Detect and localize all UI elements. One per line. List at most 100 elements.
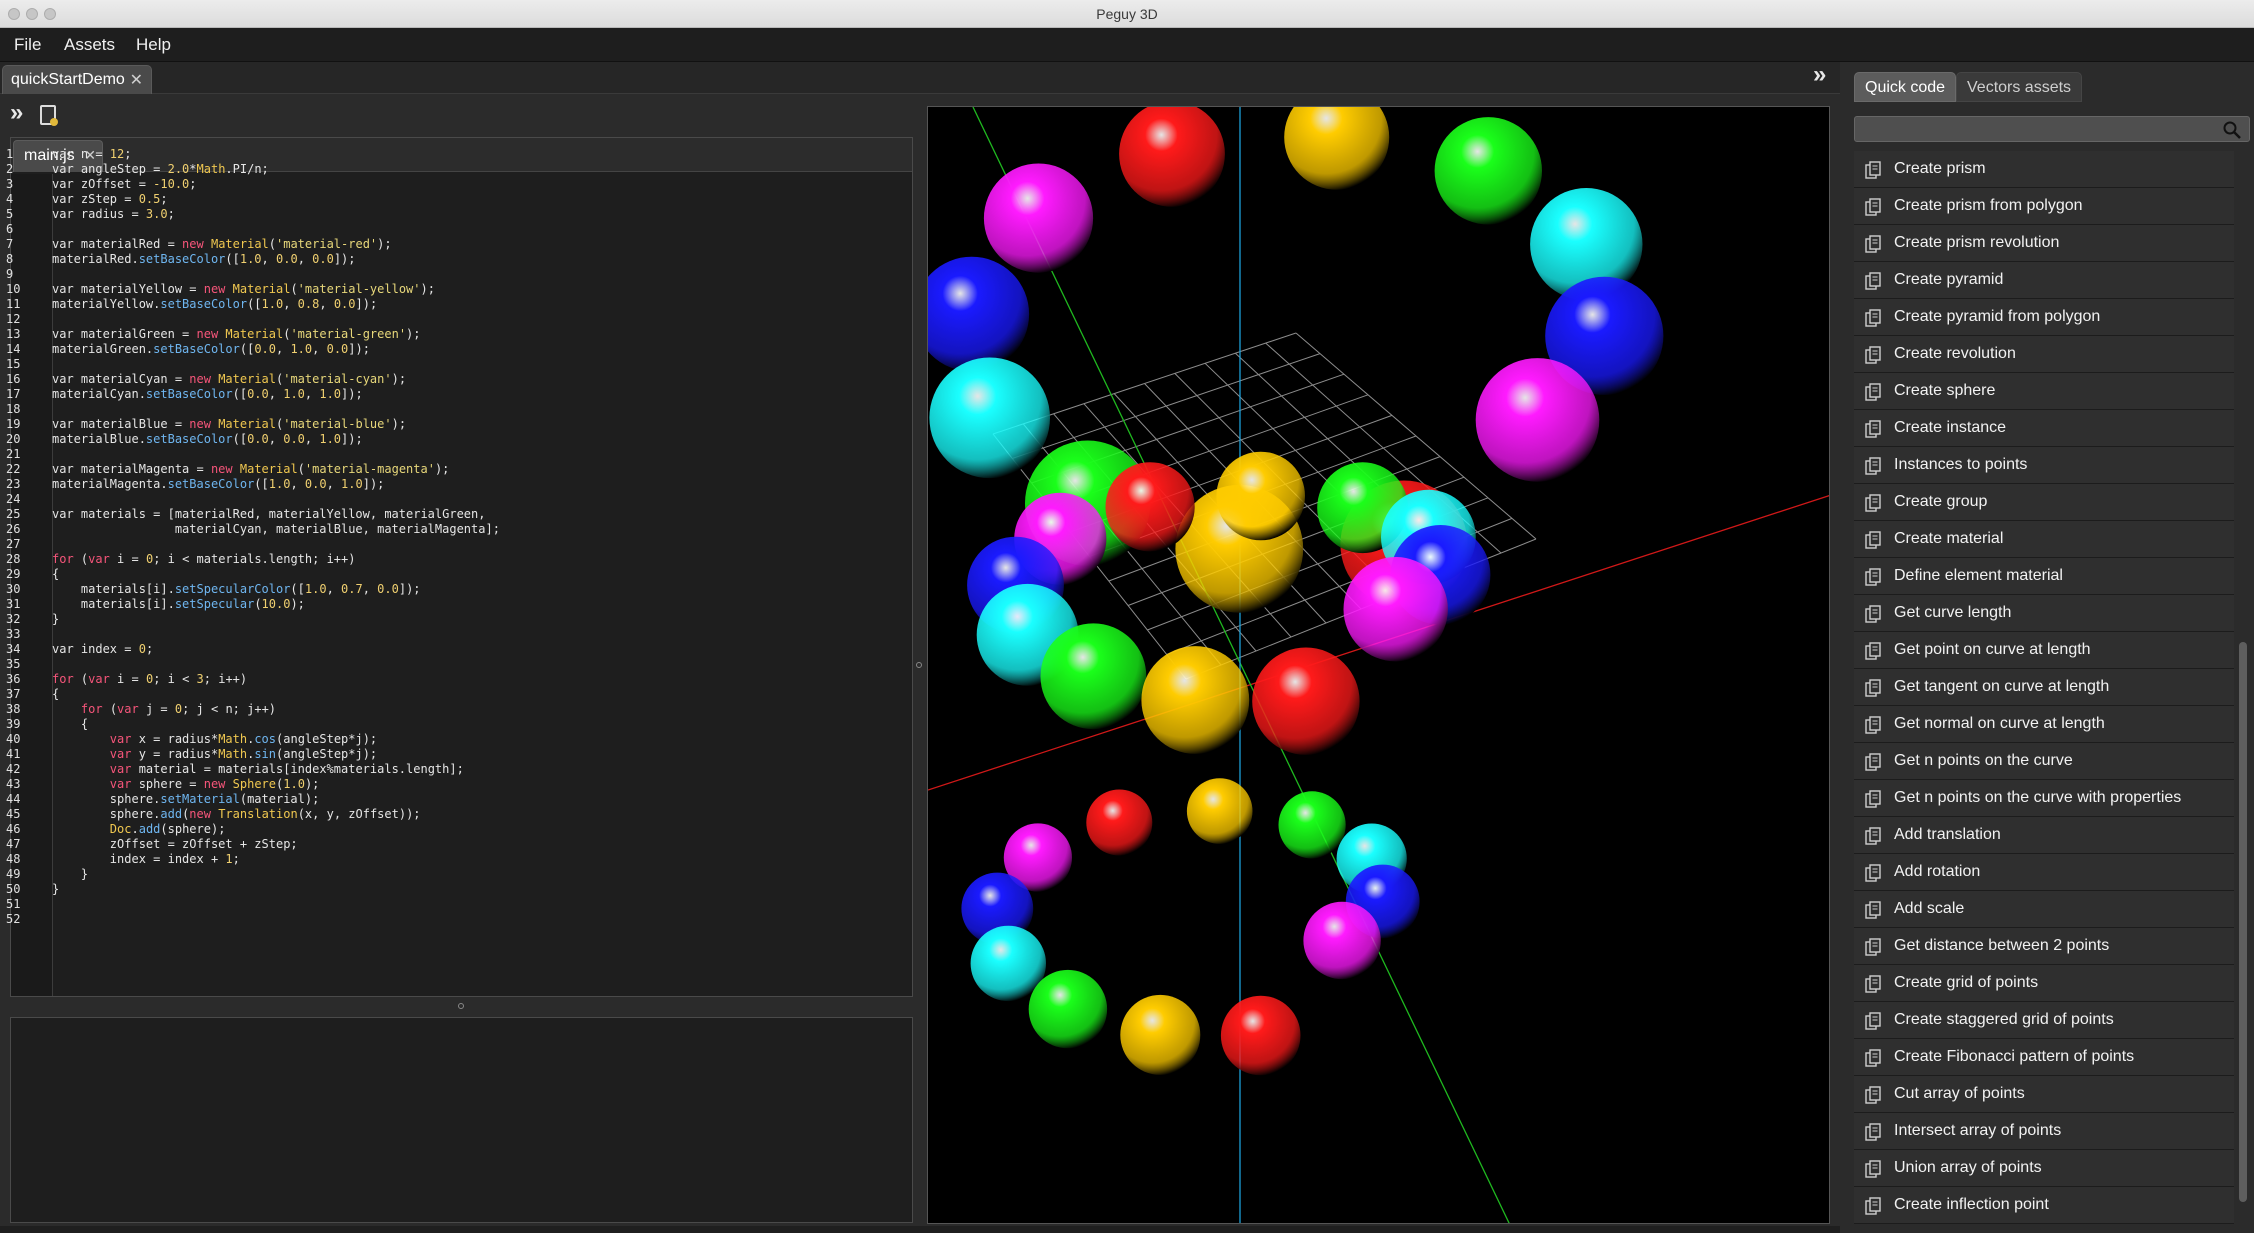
code-line: materials[i].setSpecular(10.0); <box>52 597 500 612</box>
side-panel: Quick code Vectors assets Create prism Cr… <box>1846 62 2254 1233</box>
snippet-item[interactable]: Create material <box>1854 521 2234 558</box>
code-token: ([ <box>232 387 248 401</box>
code-token: ( <box>73 672 89 686</box>
code-token: 0.0 <box>333 297 356 311</box>
code-token: 12 <box>109 147 125 161</box>
line-number: 1 <box>6 147 14 161</box>
code-token: materialYellow. <box>52 297 161 311</box>
code-line: sphere.setMaterial(material); <box>52 792 500 807</box>
snippet-item[interactable]: Get n points on the curve with propertie… <box>1854 780 2234 817</box>
snippet-item[interactable]: Add translation <box>1854 817 2234 854</box>
snippet-item[interactable]: Create instance <box>1854 410 2234 447</box>
code-line: var angleStep = 2.0*Math.PI/n; <box>52 162 500 177</box>
code-line: var materialGreen = new Material('materi… <box>52 327 500 342</box>
snippet-item[interactable]: Create inflection point <box>1854 1187 2234 1224</box>
snippet-copy-icon <box>1865 457 1881 475</box>
menu-help[interactable]: Help <box>136 35 171 55</box>
code-token: (angleStep*j); <box>276 747 378 761</box>
3d-viewport[interactable] <box>927 106 1830 1224</box>
snippet-item[interactable]: Cut array of points <box>1854 1076 2234 1113</box>
code-token: ; i < materials.length; i++) <box>153 552 356 566</box>
snippet-item[interactable]: Get curve length <box>1854 595 2234 632</box>
code-token: .PI/n; <box>225 162 269 176</box>
menu-file[interactable]: File <box>14 35 41 55</box>
collapse-panel-icon[interactable]: » <box>1813 61 1826 89</box>
menu-assets[interactable]: Assets <box>64 35 115 55</box>
snippet-item[interactable]: Instances to points <box>1854 447 2234 484</box>
line-number: 45 <box>6 807 21 821</box>
code-token: Material <box>210 237 269 251</box>
3d-scene[interactable] <box>928 107 1830 1224</box>
snippet-item[interactable]: Get n points on the curve <box>1854 743 2234 780</box>
code-text[interactable]: var n = 12; var angleStep = 2.0*Math.PI/n… <box>52 147 500 927</box>
expand-panel-icon[interactable]: » <box>10 99 23 127</box>
code-line: { <box>52 717 500 732</box>
snippet-label: Create prism from polygon <box>1894 197 2083 214</box>
snippet-item[interactable]: Create prism from polygon <box>1854 188 2234 225</box>
line-number: 3 <box>6 177 14 191</box>
snippet-item[interactable]: Create revolution <box>1854 336 2234 373</box>
code-token: , <box>304 387 320 401</box>
horizontal-splitter-handle[interactable] <box>458 1003 464 1009</box>
code-token: sphere. <box>52 792 161 806</box>
window-titlebar: Peguy 3D <box>0 0 2254 28</box>
code-token: var zStep = <box>52 192 139 206</box>
snippet-copy-icon <box>1865 753 1881 771</box>
line-number: 21 <box>6 447 21 461</box>
code-line: var radius = 3.0; <box>52 207 500 222</box>
code-line: { <box>52 687 500 702</box>
code-token: y = radius* <box>131 747 219 761</box>
sphere-blue <box>928 256 1030 372</box>
snippet-copy-icon <box>1865 235 1881 253</box>
code-token: var materialMagenta = <box>52 462 211 476</box>
snippet-scrollbar-thumb[interactable] <box>2239 642 2247 1202</box>
line-number: 16 <box>6 372 21 386</box>
search-icon[interactable] <box>2222 120 2242 140</box>
snippet-item[interactable]: Create grid of points <box>1854 965 2234 1002</box>
code-token: ); <box>290 597 305 611</box>
line-number: 40 <box>6 732 21 746</box>
snippet-item[interactable]: Add scale <box>1854 891 2234 928</box>
snippet-item[interactable]: Create prism revolution <box>1854 225 2234 262</box>
snippet-item[interactable]: Create pyramid <box>1854 262 2234 299</box>
close-icon[interactable]: ✕ <box>130 70 143 90</box>
snippet-item[interactable]: Get distance between 2 points <box>1854 928 2234 965</box>
snippet-item[interactable]: Create pyramid from polygon <box>1854 299 2234 336</box>
code-line: for (var i = 0; i < 3; i++) <box>52 672 500 687</box>
snippet-item[interactable]: Create prism <box>1854 151 2234 188</box>
snippet-search-input[interactable] <box>1854 116 2250 142</box>
code-token: materialCyan, materialBlue, materialMage… <box>52 522 500 536</box>
code-token: 0.5 <box>138 192 161 206</box>
snippet-label: Create revolution <box>1894 345 2016 362</box>
snippet-copy-icon <box>1865 975 1881 993</box>
snippet-item[interactable]: Create Fibonacci pattern of points <box>1854 1039 2234 1076</box>
line-number: 39 <box>6 717 21 731</box>
snippet-item[interactable]: Intersect array of points <box>1854 1113 2234 1150</box>
code-token: var materialBlue = <box>52 417 190 431</box>
snippet-item[interactable]: Add rotation <box>1854 854 2234 891</box>
new-file-icon[interactable] <box>40 105 58 126</box>
vertical-splitter-handle[interactable] <box>916 662 922 668</box>
snippet-item[interactable]: Get tangent on curve at length <box>1854 669 2234 706</box>
line-number: 52 <box>6 912 21 926</box>
code-token: . <box>131 822 139 836</box>
code-token: 0.0 <box>247 432 269 446</box>
document-tab-quickstartdemo[interactable]: quickStartDemo ✕ <box>2 65 152 94</box>
snippet-copy-icon <box>1865 346 1881 364</box>
snippet-item[interactable]: Create group <box>1854 484 2234 521</box>
snippet-item[interactable]: Get normal on curve at length <box>1854 706 2234 743</box>
code-token: ([ <box>254 477 269 491</box>
snippet-item[interactable]: Create staggered grid of points <box>1854 1002 2234 1039</box>
tab-quick-code[interactable]: Quick code <box>1854 72 1957 102</box>
code-token: 1.0 <box>290 342 313 356</box>
code-line: } <box>52 867 500 882</box>
snippet-item[interactable]: Define element material <box>1854 558 2234 595</box>
snippet-item[interactable]: Create sphere <box>1854 373 2234 410</box>
console-output[interactable] <box>10 1017 913 1223</box>
snippet-item[interactable]: Get point on curve at length <box>1854 632 2234 669</box>
tab-vectors-assets[interactable]: Vectors assets <box>1956 72 2083 102</box>
snippet-copy-icon <box>1865 901 1881 919</box>
snippet-item[interactable]: Union array of points <box>1854 1150 2234 1187</box>
